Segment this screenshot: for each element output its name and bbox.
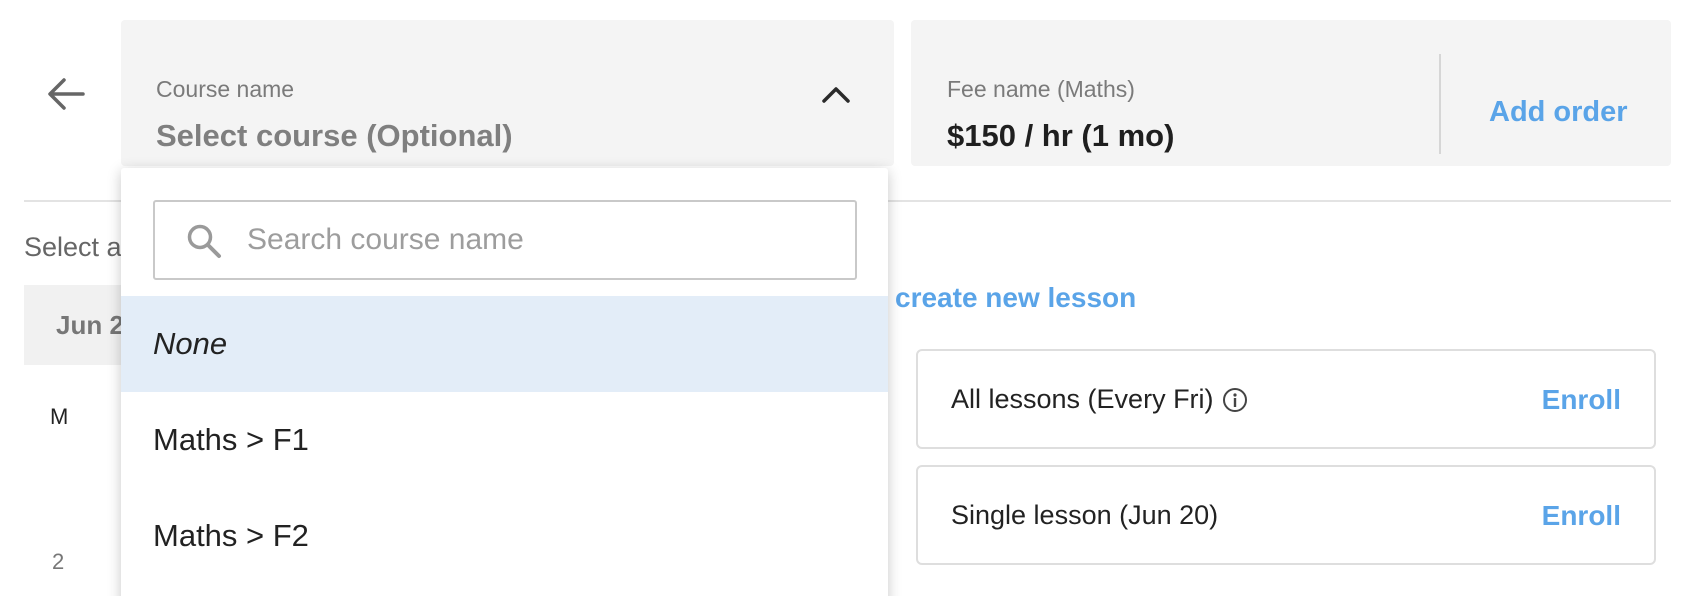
select-instruction: Select a bbox=[24, 232, 122, 262]
course-option-label: None bbox=[153, 326, 228, 361]
add-order-button[interactable]: Add order bbox=[1489, 96, 1628, 129]
fee-value: $150 / hr (1 mo) bbox=[947, 118, 1175, 153]
enroll-button-all[interactable]: Enroll bbox=[1542, 384, 1621, 416]
course-select-label: Course name bbox=[156, 76, 295, 102]
fee-divider bbox=[1439, 54, 1441, 154]
search-box[interactable] bbox=[153, 200, 857, 280]
search-icon bbox=[187, 224, 221, 258]
course-dropdown-menu: None Maths > F1 Maths > F2 bbox=[121, 168, 888, 596]
info-icon[interactable] bbox=[1222, 387, 1248, 413]
create-new-lesson-link[interactable]: create new lesson bbox=[895, 282, 1136, 314]
fee-card: Fee name (Maths) $150 / hr (1 mo) Add or… bbox=[911, 20, 1671, 166]
course-select[interactable]: Course name Select course (Optional) bbox=[121, 20, 894, 166]
fee-label: Fee name (Maths) bbox=[947, 76, 1135, 102]
course-option-label: Maths > F2 bbox=[153, 518, 309, 553]
chevron-up-icon[interactable] bbox=[820, 82, 852, 106]
lesson-label-all: All lessons (Every Fri) bbox=[951, 384, 1248, 415]
course-option-maths-f2[interactable]: Maths > F2 bbox=[121, 488, 888, 584]
calendar-day-letter: M bbox=[50, 404, 69, 429]
arrow-left-icon bbox=[48, 78, 85, 110]
lesson-label-single-text: Single lesson (Jun 20) bbox=[951, 500, 1219, 530]
lesson-label-all-text: All lessons (Every Fri) bbox=[951, 384, 1214, 414]
course-option-maths-f1[interactable]: Maths > F1 bbox=[121, 392, 888, 488]
course-option-none[interactable]: None bbox=[121, 296, 888, 392]
enroll-button-single[interactable]: Enroll bbox=[1542, 500, 1621, 532]
calendar-day-number[interactable]: 2 bbox=[52, 549, 64, 575]
calendar-date-label: Jun 2 bbox=[56, 310, 124, 340]
lesson-card-all: All lessons (Every Fri) Enroll bbox=[916, 349, 1656, 449]
course-option-label: Maths > F1 bbox=[153, 422, 309, 457]
course-select-value: Select course (Optional) bbox=[156, 118, 513, 153]
lesson-label-single: Single lesson (Jun 20) bbox=[951, 500, 1218, 531]
back-button[interactable] bbox=[38, 72, 94, 116]
lesson-card-single: Single lesson (Jun 20) Enroll bbox=[916, 465, 1656, 565]
enrollment-page: Course name Select course (Optional) Fee… bbox=[0, 0, 1682, 596]
search-input[interactable] bbox=[245, 216, 839, 264]
